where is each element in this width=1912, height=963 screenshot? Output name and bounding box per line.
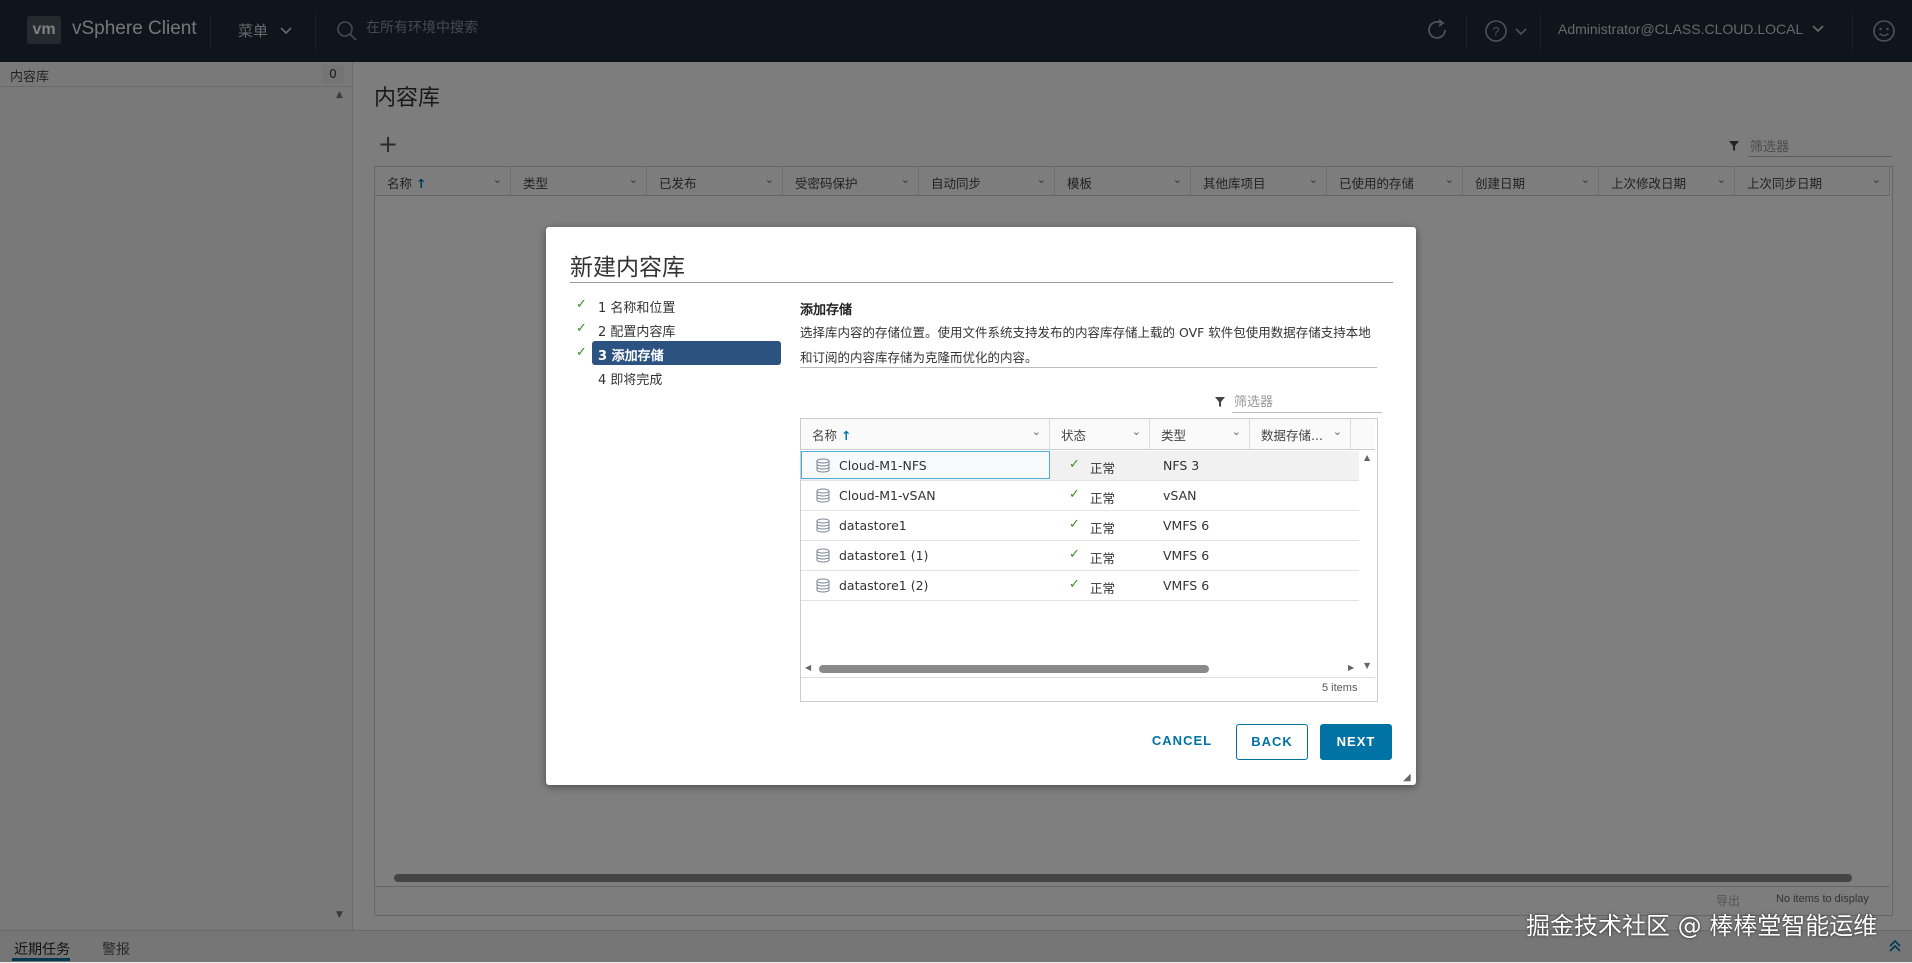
datastore-name: Cloud-M1-vSAN (839, 488, 936, 503)
datastore-type: vSAN (1163, 488, 1197, 503)
datastore-name: datastore1 (2) (839, 578, 929, 593)
back-button[interactable]: BACK (1236, 724, 1308, 760)
wizard-title-divider (570, 282, 1393, 283)
wizard-step-3-label: 3 添加存储 (598, 349, 664, 364)
datastore-type: VMFS 6 (1163, 548, 1210, 563)
datastore-filter-input[interactable] (1232, 391, 1382, 413)
datastore-type: NFS 3 (1163, 458, 1200, 473)
cancel-button[interactable]: CANCEL (1142, 724, 1222, 760)
datastore-status: 正常 (1090, 551, 1116, 566)
datastore-icon (816, 578, 830, 593)
item-count: 5 items (1322, 682, 1358, 694)
datastore-row[interactable]: datastore1 (1) ✓ 正常 VMFS 6 (801, 541, 1359, 571)
status-ok-check-icon: ✓ (1069, 487, 1080, 502)
status-ok-check-icon: ✓ (1069, 547, 1080, 562)
datastore-status: 正常 (1090, 581, 1116, 596)
step-complete-check-icon: ✓ (576, 345, 587, 360)
datastore-icon (816, 518, 830, 533)
scroll-right-arrow-icon[interactable]: ▶ (1348, 663, 1354, 672)
wizard-step-2[interactable]: 2 配置内容库 (598, 321, 675, 340)
wizard-step-1[interactable]: 1 名称和位置 (598, 297, 675, 316)
chevron-down-icon[interactable]: ⌄ (1232, 425, 1241, 438)
status-ok-check-icon: ✓ (1069, 517, 1080, 532)
datastore-grid-footer (801, 677, 1375, 700)
step-complete-check-icon: ✓ (576, 321, 587, 336)
filter-icon (1215, 397, 1225, 407)
datastore-grid-header: 名称 ↑ ⌄ 状态 ⌄ 类型 ⌄ 数据存储... ⌄ (801, 419, 1375, 450)
datastore-name: datastore1 (1) (839, 548, 929, 563)
datastore-icon (816, 488, 830, 503)
datastore-status: 正常 (1090, 491, 1116, 506)
wizard-step-4[interactable]: 4 即将完成 (598, 369, 662, 388)
section-description: 选择库内容的存储位置。使用文件系统支持发布的内容库存储上载的 OVF 软件包使用… (800, 325, 1371, 365)
chevron-down-icon[interactable]: ⌄ (1032, 425, 1041, 438)
datastore-row[interactable]: datastore1 (2) ✓ 正常 VMFS 6 (801, 571, 1359, 601)
scroll-up-arrow-icon[interactable]: ▲ (1364, 453, 1370, 462)
datastore-name: Cloud-M1-NFS (839, 458, 927, 473)
next-button[interactable]: NEXT (1320, 724, 1392, 760)
datastore-type: VMFS 6 (1163, 578, 1210, 593)
scroll-down-arrow-icon[interactable]: ▼ (1364, 661, 1370, 670)
datastore-type: VMFS 6 (1163, 518, 1210, 533)
datastore-row[interactable]: Cloud-M1-vSAN ✓ 正常 vSAN (801, 481, 1359, 511)
scroll-left-arrow-icon[interactable]: ◀ (805, 663, 811, 672)
sort-ascending-icon: ↑ (841, 428, 852, 443)
datastore-row[interactable]: datastore1 ✓ 正常 VMFS 6 (801, 511, 1359, 541)
datastore-status: 正常 (1090, 521, 1116, 536)
column-header-status[interactable]: 状态 ⌄ (1050, 419, 1150, 449)
status-ok-check-icon: ✓ (1069, 457, 1080, 472)
step-complete-check-icon: ✓ (576, 297, 587, 312)
section-divider (800, 367, 1377, 368)
column-header-type[interactable]: 类型 ⌄ (1150, 419, 1250, 449)
horizontal-scrollbar-thumb[interactable] (819, 665, 1209, 673)
datastore-icon (816, 548, 830, 563)
datastore-icon (816, 458, 830, 477)
chevron-down-icon[interactable]: ⌄ (1333, 425, 1342, 438)
column-header-name[interactable]: 名称 ↑ ⌄ (801, 419, 1050, 449)
datastore-status: 正常 (1090, 461, 1116, 476)
section-title: 添加存储 (800, 303, 853, 318)
datastore-name: datastore1 (839, 518, 907, 533)
resize-handle-icon[interactable]: ◢ (1403, 772, 1411, 783)
column-header-datastore-cluster[interactable]: 数据存储... ⌄ (1250, 419, 1351, 449)
watermark: 掘金技术社区 @ 棒棒堂智能运维 (1526, 912, 1878, 940)
chevron-down-icon[interactable]: ⌄ (1132, 425, 1141, 438)
status-ok-check-icon: ✓ (1069, 577, 1080, 592)
wizard-title: 新建内容库 (570, 255, 685, 281)
